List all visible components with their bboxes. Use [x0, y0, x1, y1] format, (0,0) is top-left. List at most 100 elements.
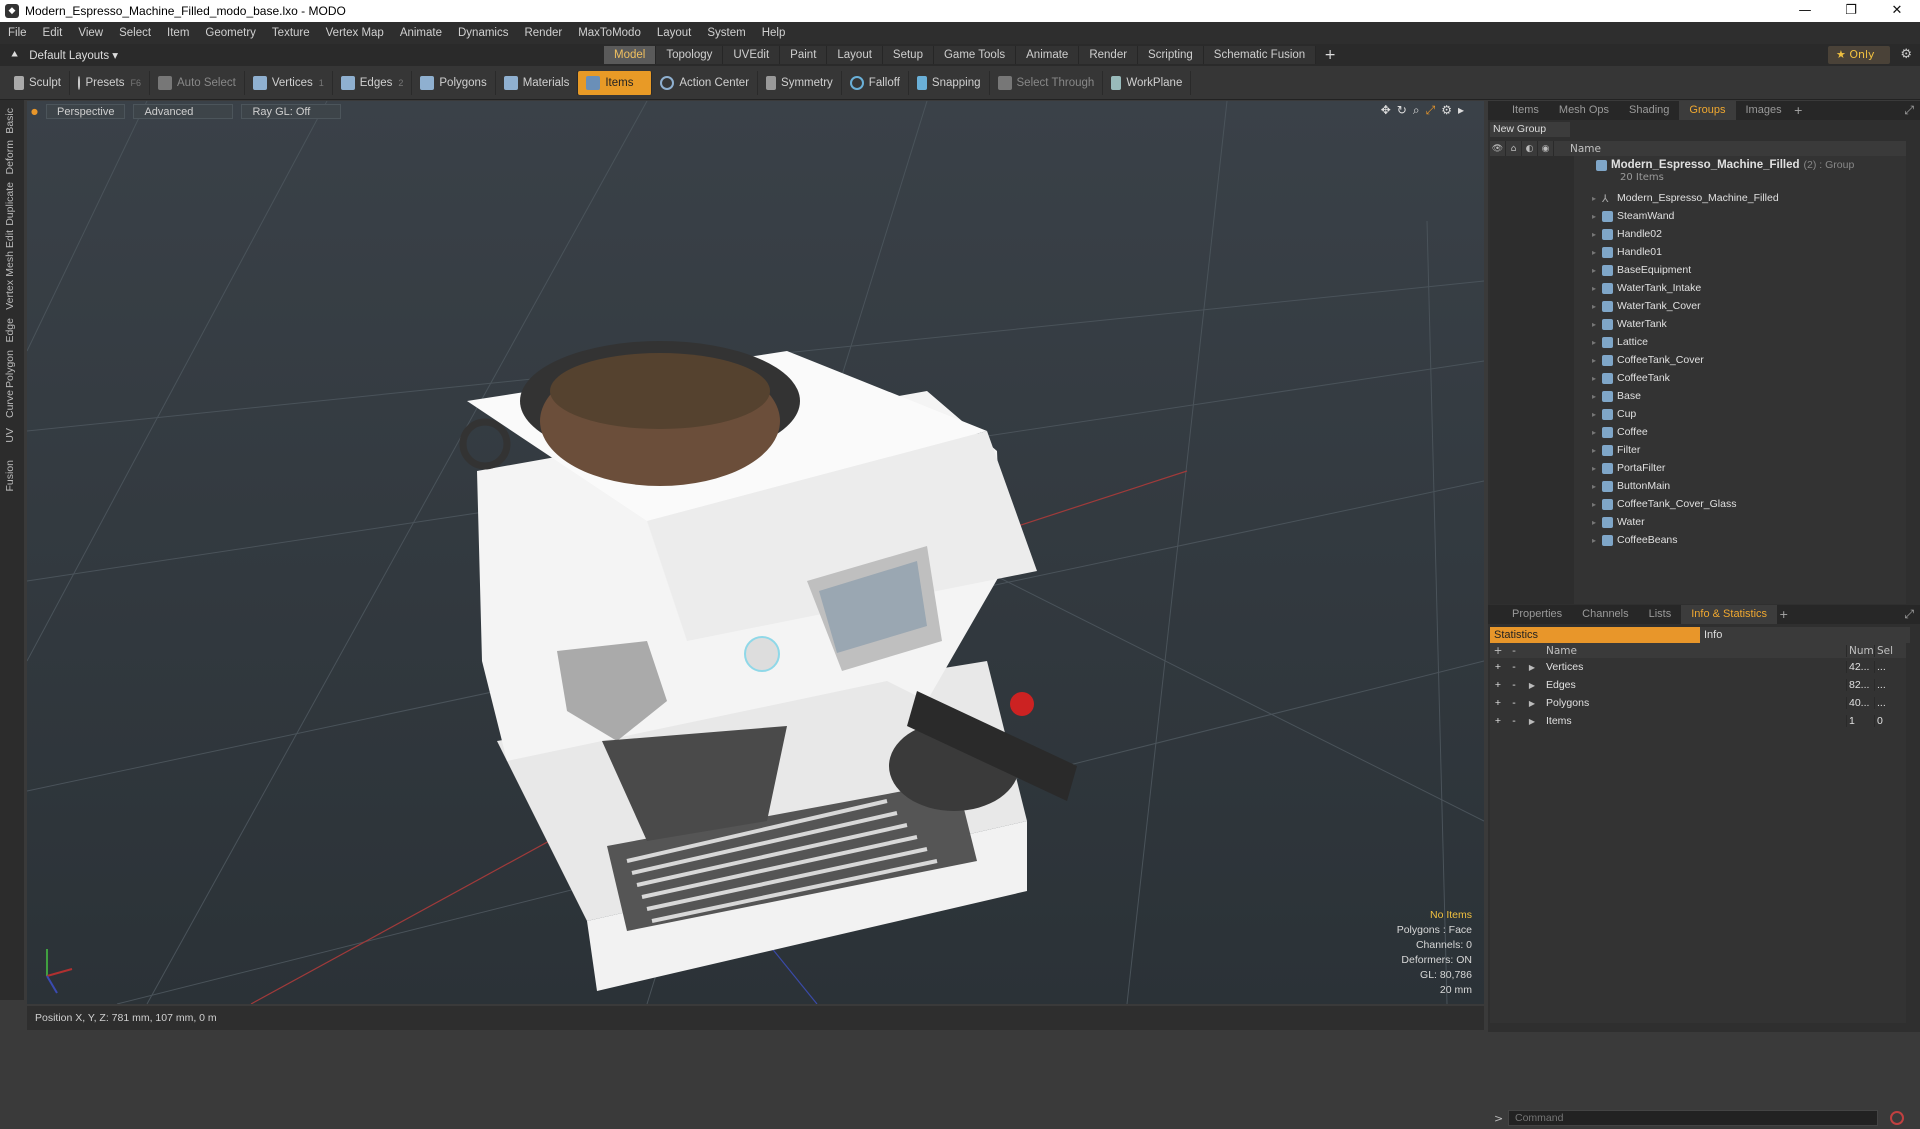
- menu-item[interactable]: Item: [159, 27, 197, 39]
- menu-help[interactable]: Help: [754, 27, 794, 39]
- menu-maxtomodo[interactable]: MaxToModo: [570, 27, 649, 39]
- close-icon[interactable]: ✕: [1874, 0, 1920, 22]
- group-item-row[interactable]: ▸ WaterTank_Intake: [1592, 279, 1701, 297]
- info-tab[interactable]: Info: [1700, 627, 1910, 643]
- group-item-row[interactable]: ▸ ⅄ Modern_Espresso_Machine_Filled: [1592, 189, 1779, 207]
- record-icon[interactable]: [1890, 1111, 1904, 1125]
- menu-select[interactable]: Select: [111, 27, 159, 39]
- panel-expand-icon[interactable]: ⤢: [1904, 103, 1914, 118]
- disclosure-triangle-icon[interactable]: ▶: [1522, 717, 1542, 726]
- add-panel-tab-icon[interactable]: +: [1794, 104, 1803, 117]
- stats-row[interactable]: + - ▶ Items 1 0: [1490, 712, 1906, 730]
- menu-geometry[interactable]: Geometry: [197, 27, 264, 39]
- tab-images[interactable]: Images: [1736, 101, 1792, 120]
- group-item-row[interactable]: ▸ Handle02: [1592, 225, 1662, 243]
- collapse-row-icon[interactable]: -: [1506, 661, 1522, 673]
- raygl-button[interactable]: Ray GL: Off: [241, 103, 342, 119]
- mode-tab-paint[interactable]: Paint: [780, 46, 828, 64]
- left-tab-polygon[interactable]: Polygon: [4, 350, 16, 388]
- disclosure-triangle-icon[interactable]: ▶: [1522, 699, 1542, 708]
- expand-all-icon[interactable]: +: [1490, 645, 1506, 657]
- new-group-button[interactable]: New Group: [1490, 122, 1570, 137]
- group-item-row[interactable]: ▸ CoffeeTank_Cover_Glass: [1592, 495, 1736, 513]
- mode-tab-scripting[interactable]: Scripting: [1138, 46, 1204, 64]
- statistics-tab[interactable]: Statistics: [1490, 627, 1700, 643]
- layout-expand-icon[interactable]: ⯅: [10, 49, 19, 62]
- tab-channels[interactable]: Channels: [1572, 605, 1638, 624]
- group-item-row[interactable]: ▸ CoffeeBeans: [1592, 531, 1678, 549]
- mode-tab-layout[interactable]: Layout: [827, 46, 883, 64]
- group-item-row[interactable]: ▸ Base: [1592, 387, 1641, 405]
- menu-view[interactable]: View: [70, 27, 111, 39]
- add-tab-icon[interactable]: +: [1324, 46, 1336, 64]
- only-toggle[interactable]: ★ Only: [1828, 46, 1890, 64]
- presets-button[interactable]: Presets F6: [70, 70, 150, 95]
- menu-edit[interactable]: Edit: [35, 27, 71, 39]
- group-item-row[interactable]: ▸ PortaFilter: [1592, 459, 1665, 477]
- tab-groups[interactable]: Groups: [1679, 101, 1736, 120]
- viewport-scene[interactable]: [27, 101, 1484, 1004]
- left-tab-basic[interactable]: Basic: [4, 108, 16, 134]
- mode-tab-uvedit[interactable]: UVEdit: [723, 46, 781, 64]
- collapse-row-icon[interactable]: -: [1506, 697, 1522, 709]
- menu-layout[interactable]: Layout: [649, 27, 700, 39]
- symmetry-button[interactable]: Symmetry: [758, 70, 842, 95]
- menu-dynamics[interactable]: Dynamics: [450, 27, 516, 39]
- group-item-row[interactable]: ▸ WaterTank: [1592, 315, 1667, 333]
- mode-tab-render[interactable]: Render: [1079, 46, 1139, 64]
- viewport-expand-icon[interactable]: ▸: [1458, 103, 1464, 118]
- gear-icon[interactable]: ⚙: [1900, 47, 1912, 62]
- tab-items[interactable]: Items: [1502, 101, 1549, 120]
- expand-row-icon[interactable]: +: [1490, 697, 1506, 709]
- snapping-button[interactable]: Snapping: [909, 70, 990, 95]
- expand-row-icon[interactable]: +: [1490, 661, 1506, 673]
- pan-icon[interactable]: ✥: [1381, 103, 1391, 118]
- group-item-row[interactable]: ▸ BaseEquipment: [1592, 261, 1691, 279]
- group-item-row[interactable]: ▸ Cup: [1592, 405, 1636, 423]
- group-item-row[interactable]: ▸ Coffee: [1592, 423, 1648, 441]
- maximize-icon[interactable]: ❐: [1828, 0, 1874, 22]
- menu-texture[interactable]: Texture: [264, 27, 318, 39]
- menu-vertex-map[interactable]: Vertex Map: [318, 27, 392, 39]
- expand-row-icon[interactable]: +: [1490, 679, 1506, 691]
- left-tab-mesh-edit[interactable]: Mesh Edit: [4, 230, 16, 277]
- group-item-row[interactable]: ▸ CoffeeTank: [1592, 369, 1670, 387]
- mode-tab-topology[interactable]: Topology: [656, 46, 724, 64]
- tab-lists[interactable]: Lists: [1639, 605, 1682, 624]
- stats-row[interactable]: + - ▶ Vertices 42......: [1490, 658, 1906, 676]
- mode-tab-model[interactable]: Model: [604, 46, 657, 64]
- group-item-row[interactable]: ▸ WaterTank_Cover: [1592, 297, 1701, 315]
- edges-button[interactable]: Edges 2: [333, 70, 413, 95]
- panel-expand-icon[interactable]: ⤢: [1904, 607, 1914, 622]
- vertices-button[interactable]: Vertices 1: [245, 70, 333, 95]
- workplane-button[interactable]: WorkPlane: [1103, 70, 1192, 95]
- command-input[interactable]: [1508, 1110, 1878, 1126]
- advanced-button[interactable]: Advanced: [133, 103, 234, 119]
- expand-row-icon[interactable]: +: [1490, 715, 1506, 727]
- collapse-row-icon[interactable]: -: [1506, 679, 1522, 691]
- mode-tab-schematic-fusion[interactable]: Schematic Fusion: [1203, 46, 1317, 64]
- falloff-button[interactable]: Falloff: [842, 70, 909, 95]
- left-tab-curve[interactable]: Curve: [4, 390, 16, 418]
- group-item-row[interactable]: ▸ Filter: [1592, 441, 1640, 459]
- tab-properties[interactable]: Properties: [1502, 605, 1572, 624]
- viewport-menu-icon[interactable]: ●: [31, 107, 38, 116]
- group-item-row[interactable]: ▸ CoffeeTank_Cover: [1592, 351, 1704, 369]
- mode-tab-setup[interactable]: Setup: [882, 46, 934, 64]
- visibility-col-icon[interactable]: 👁: [1490, 141, 1506, 156]
- tab-shading[interactable]: Shading: [1619, 101, 1679, 120]
- polygons-button[interactable]: Polygons: [412, 70, 496, 95]
- menu-system[interactable]: System: [699, 27, 753, 39]
- lock-col-icon[interactable]: ⌂: [1506, 141, 1522, 156]
- select-through-button[interactable]: Select Through: [990, 70, 1104, 95]
- left-tab-fusion[interactable]: Fusion: [4, 460, 16, 492]
- left-tab-vertex[interactable]: Vertex: [4, 280, 16, 310]
- viewport-gear-icon[interactable]: ⚙: [1441, 103, 1452, 118]
- layout-selector[interactable]: ⯅ Default Layouts ▾: [10, 44, 118, 66]
- collapse-all-icon[interactable]: -: [1506, 645, 1522, 657]
- group-item-row[interactable]: ▸ Handle01: [1592, 243, 1662, 261]
- menu-render[interactable]: Render: [516, 27, 570, 39]
- auto-select-button[interactable]: Auto Select: [150, 70, 245, 95]
- disclosure-triangle-icon[interactable]: ▶: [1522, 663, 1542, 672]
- fit-icon[interactable]: ⤢: [1426, 103, 1436, 118]
